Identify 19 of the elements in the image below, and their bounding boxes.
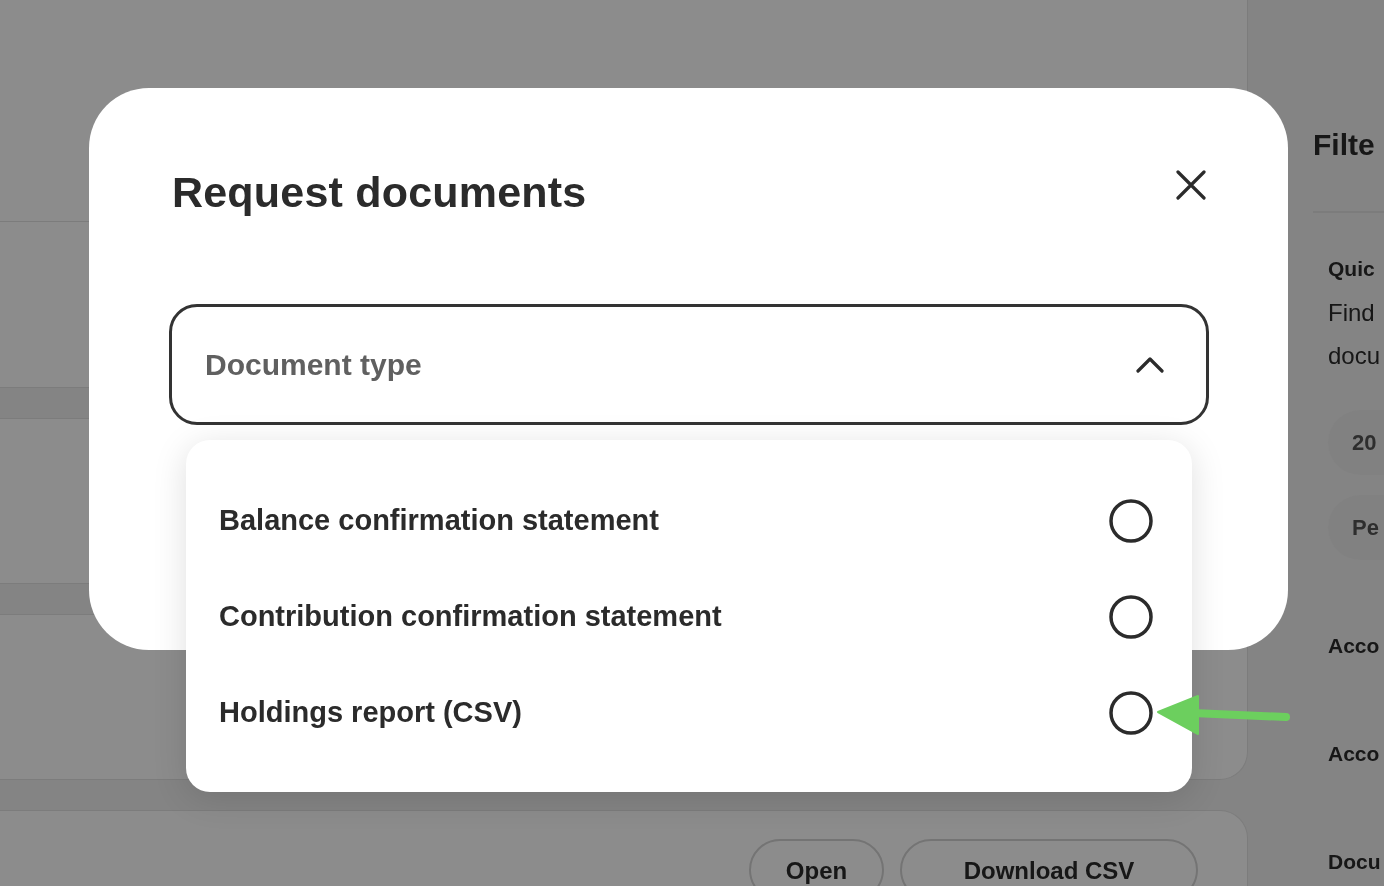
arrow-icon: [1157, 694, 1290, 736]
dropdown-option[interactable]: Holdings report (CSV): [219, 665, 1153, 761]
section-heading: Acco: [1328, 741, 1381, 767]
section-heading: Docu: [1328, 849, 1382, 875]
dialog-title: Request documents: [172, 167, 587, 217]
open-button[interactable]: Open: [749, 839, 884, 886]
dropdown-option[interactable]: Contribution confirmation statement: [219, 569, 1153, 665]
section-description: Find docu: [1328, 298, 1382, 371]
close-button[interactable]: [1176, 170, 1206, 200]
panel-title: Filte: [1313, 127, 1384, 213]
document-type-dropdown[interactable]: Document type: [169, 304, 1209, 425]
radio-button[interactable]: [1109, 691, 1153, 735]
radio-button[interactable]: [1109, 499, 1153, 543]
radio-button[interactable]: [1109, 595, 1153, 639]
dropdown-option[interactable]: Balance confirmation statement: [219, 473, 1153, 569]
section-heading: Quic: [1328, 256, 1376, 282]
section-heading: Acco: [1328, 633, 1381, 659]
chevron-up-icon: [1136, 356, 1164, 373]
download-csv-button[interactable]: Download CSV: [900, 839, 1198, 886]
